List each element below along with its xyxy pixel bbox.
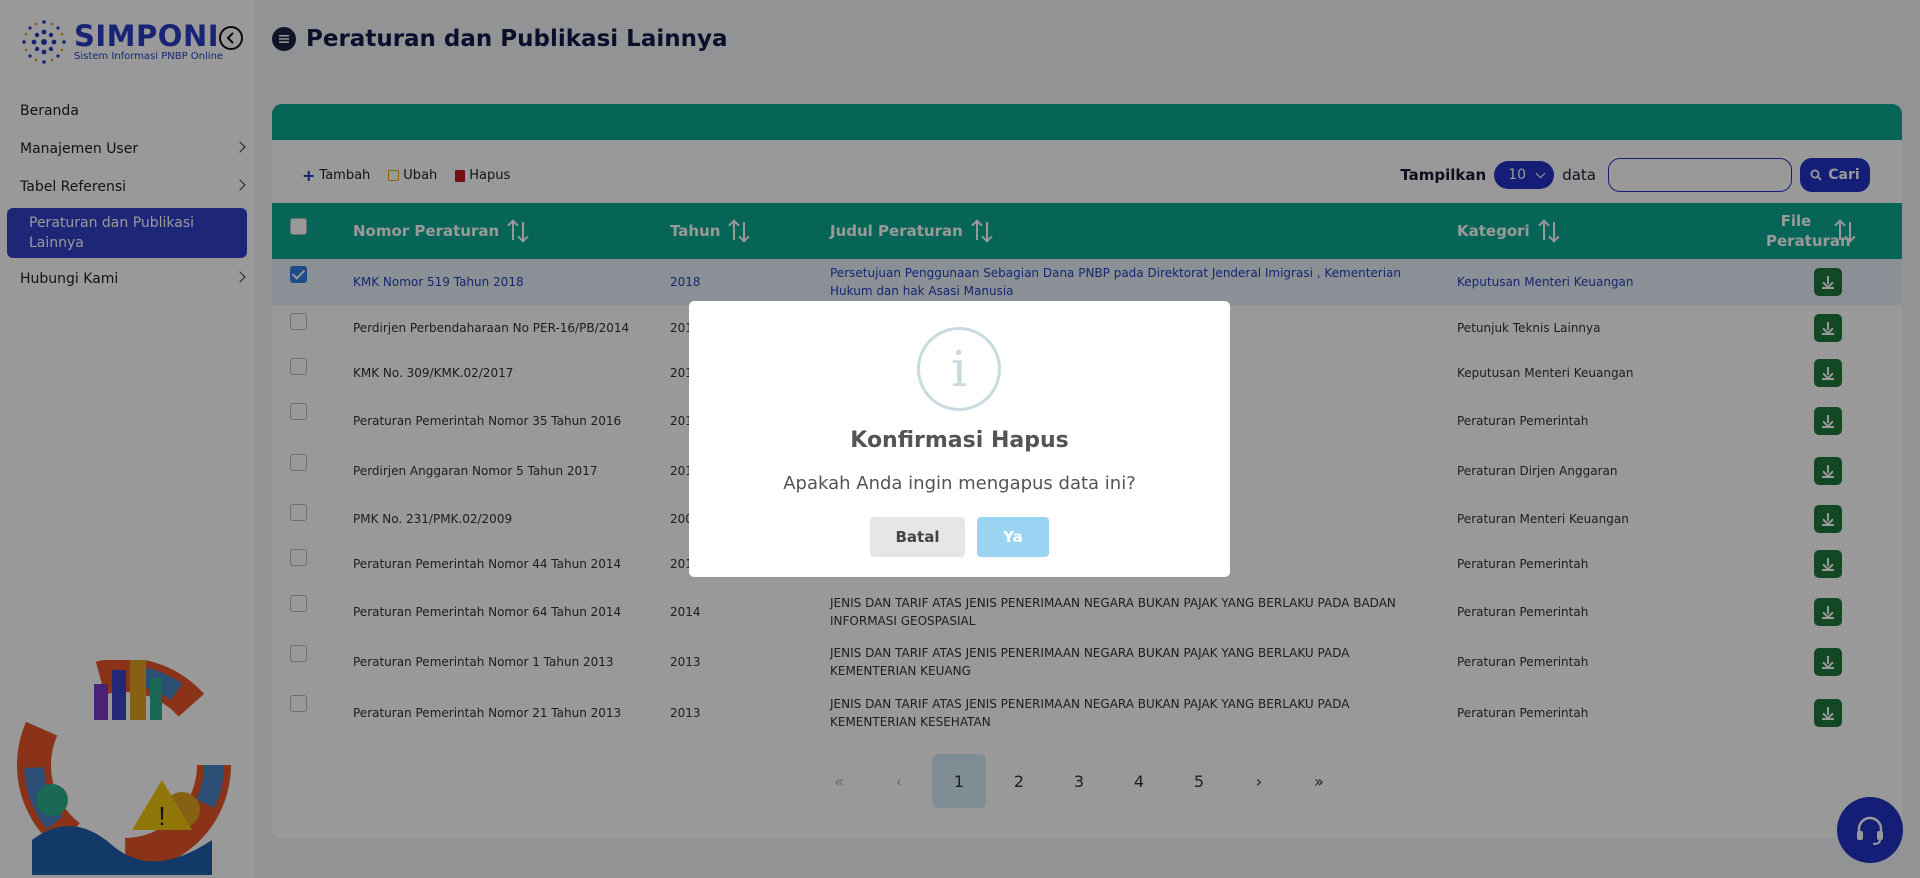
confirm-button[interactable]: Ya [977, 517, 1049, 557]
dialog-actions: Batal Ya [689, 517, 1230, 557]
cancel-button[interactable]: Batal [870, 517, 965, 557]
dialog-message: Apakah Anda ingin mengapus data ini? [783, 473, 1136, 494]
info-icon: i [917, 327, 1001, 411]
dialog-title: Konfirmasi Hapus [850, 428, 1069, 453]
delete-confirm-dialog: i Konfirmasi Hapus Apakah Anda ingin men… [689, 301, 1230, 577]
